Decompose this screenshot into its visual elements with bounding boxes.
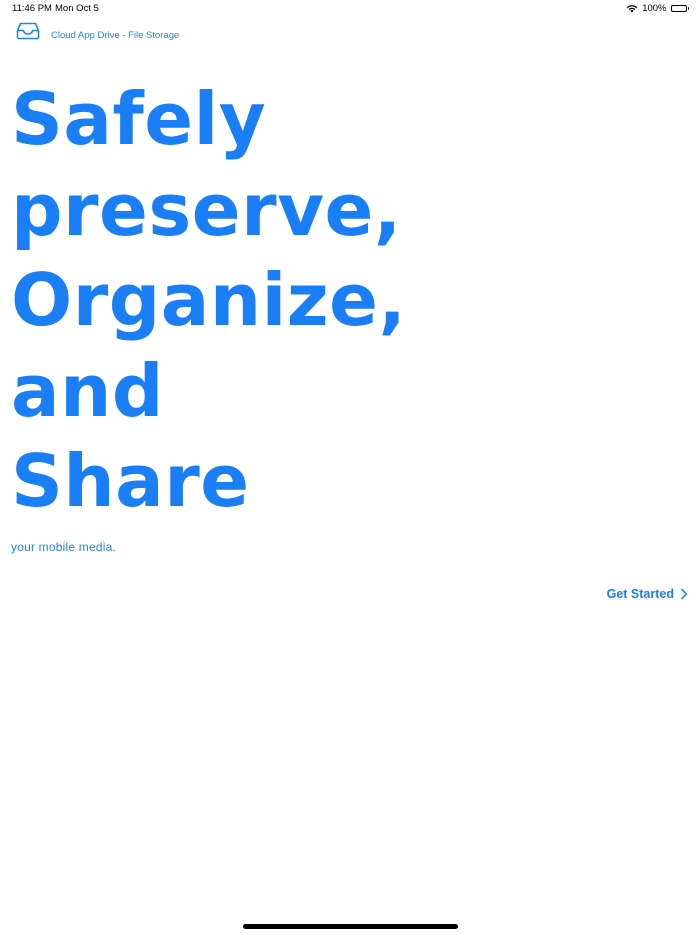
hero-line: Safely [11,77,267,161]
status-date: Mon Oct 5 [55,3,99,14]
battery-percent: 100% [642,3,667,14]
app-title: Cloud App Drive - File Storage [51,30,180,41]
hero-line: preserve, [11,167,402,252]
wifi-icon [626,5,638,13]
hero-line: Share [11,439,250,523]
home-indicator[interactable] [243,924,458,929]
app-header: Cloud App Drive - File Storage [16,22,180,41]
status-indicators: 100% [626,3,689,14]
battery-icon [670,5,689,12]
get-started-label: Get Started [606,587,674,601]
hero-line: and [11,348,164,433]
hero-heading: Safely preserve, Organize, and Share [11,74,406,527]
hero-subtitle: your mobile media. [11,540,116,554]
tray-icon[interactable] [16,22,40,40]
get-started-button[interactable]: Get Started [607,587,688,601]
status-bar: 11:46 PM Mon Oct 5 100% [0,0,700,18]
status-time: 11:46 PM [12,3,52,14]
chevron-right-icon [681,588,687,600]
hero-line: Organize, [11,258,407,342]
